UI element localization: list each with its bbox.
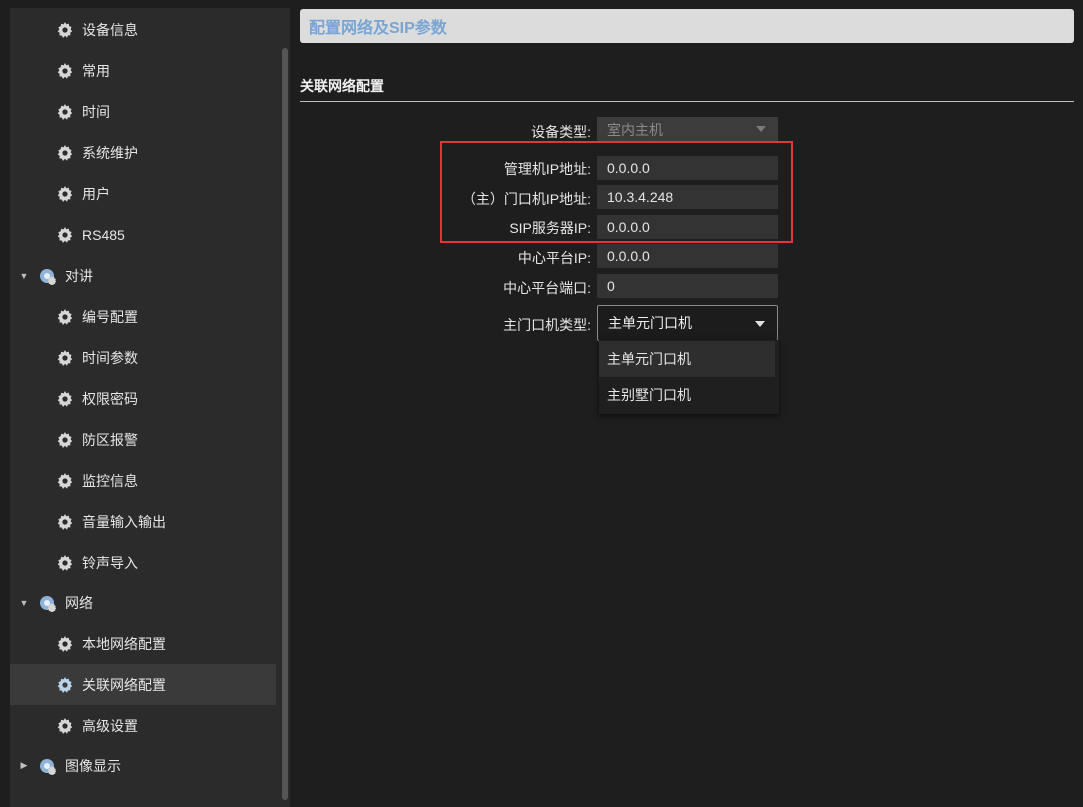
sidebar-group-intercom[interactable]: ▼ 对讲 — [10, 255, 276, 296]
gear-icon — [57, 185, 73, 202]
gear-icon — [57, 349, 73, 366]
gear-icon — [57, 103, 73, 120]
expand-arrow-icon[interactable]: ▼ — [17, 269, 31, 283]
sidebar-item-label: 铃声导入 — [82, 554, 138, 571]
sidebar-item-label: 监控信息 — [82, 472, 138, 489]
sidebar-item-user[interactable]: 用户 — [10, 173, 276, 214]
gear-icon — [57, 226, 73, 243]
sidebar-group-label: 图像显示 — [65, 757, 121, 774]
device-type-select: 室内主机 — [597, 117, 778, 143]
sidebar-item-label: 本地网络配置 — [82, 635, 166, 652]
sidebar: 设备信息 常用 时间 系统维护 用户 RS485 ▼ 对讲 编号配置 时间参数 … — [10, 0, 290, 807]
center-ip-input[interactable]: 0.0.0.0 — [597, 244, 778, 268]
sidebar-group-label: 网络 — [65, 594, 93, 611]
sidebar-item-ringtone-import[interactable]: 铃声导入 — [10, 542, 276, 583]
door-type-dropdown: 主单元门口机 主别墅门口机 — [599, 340, 779, 414]
sidebar-item-label: 关联网络配置 — [82, 676, 166, 693]
sidebar-group-image-display[interactable]: ▶ 图像显示 — [10, 745, 276, 786]
sidebar-item-common[interactable]: 常用 — [10, 50, 276, 91]
sidebar-item-number-config[interactable]: 编号配置 — [10, 296, 276, 337]
gear-icon — [57, 717, 73, 734]
door-type-select[interactable]: 主单元门口机 — [597, 305, 778, 341]
chevron-down-icon — [756, 126, 766, 132]
sidebar-item-label: 时间 — [82, 103, 110, 120]
gear-icon — [57, 62, 73, 79]
sidebar-item-label: 权限密码 — [82, 390, 138, 407]
dropdown-option[interactable]: 主单元门口机 — [599, 341, 775, 377]
gear-icon — [57, 676, 73, 693]
sidebar-group-label: 对讲 — [65, 267, 93, 284]
page-title: 配置网络及SIP参数 — [309, 20, 447, 37]
sidebar-item-permission-password[interactable]: 权限密码 — [10, 378, 276, 419]
gear-icon — [57, 308, 73, 325]
sidebar-item-label: 防区报警 — [82, 431, 138, 448]
sidebar-item-label: 系统维护 — [82, 144, 138, 161]
gear-icon — [57, 472, 73, 489]
center-ip-label: 中心平台IP: — [517, 250, 591, 266]
gear-icon — [57, 144, 73, 161]
sidebar-item-time[interactable]: 时间 — [10, 91, 276, 132]
sidebar-item-label: RS485 — [82, 226, 125, 243]
sidebar-item-system-maintenance[interactable]: 系统维护 — [10, 132, 276, 173]
sidebar-scrollbar[interactable] — [282, 48, 288, 800]
sidebar-item-zone-alarm[interactable]: 防区报警 — [10, 419, 276, 460]
gear-icon — [57, 635, 73, 652]
center-port-input[interactable]: 0 — [597, 274, 778, 298]
sidebar-item-rs485[interactable]: RS485 — [10, 214, 276, 255]
device-type-label: 设备类型: — [531, 124, 591, 140]
gear-icon — [57, 21, 73, 38]
main-panel: 配置网络及SIP参数 关联网络配置 设备类型: 室内主机 管理机IP地址: 0.… — [300, 0, 1083, 807]
sidebar-item-label: 高级设置 — [82, 717, 138, 734]
sidebar-item-label: 设备信息 — [82, 21, 138, 38]
sidebar-item-label: 时间参数 — [82, 349, 138, 366]
sidebar-top-edge — [10, 0, 290, 8]
sidebar-item-monitor-info[interactable]: 监控信息 — [10, 460, 276, 501]
sidebar-item-label: 音量输入输出 — [82, 513, 166, 530]
sidebar-item-label: 编号配置 — [82, 308, 138, 325]
center-port-label: 中心平台端口: — [503, 280, 591, 296]
group-gear-icon — [39, 594, 57, 612]
sidebar-group-network[interactable]: ▼ 网络 — [10, 582, 276, 623]
sidebar-item-linked-network[interactable]: 关联网络配置 — [10, 664, 276, 705]
group-gear-icon — [39, 267, 57, 285]
gear-icon — [57, 554, 73, 571]
sidebar-item-local-network[interactable]: 本地网络配置 — [10, 623, 276, 664]
section-title: 关联网络配置 — [300, 78, 384, 94]
chevron-down-icon[interactable] — [755, 321, 765, 327]
sidebar-item-volume-io[interactable]: 音量输入输出 — [10, 501, 276, 542]
gear-icon — [57, 513, 73, 530]
door-type-value: 主单元门口机 — [608, 315, 692, 331]
sidebar-item-time-params[interactable]: 时间参数 — [10, 337, 276, 378]
sidebar-item-label: 常用 — [82, 62, 110, 79]
sidebar-item-device-info[interactable]: 设备信息 — [10, 9, 276, 50]
highlight-annotation-box — [440, 141, 793, 243]
sidebar-item-advanced-settings[interactable]: 高级设置 — [10, 705, 276, 746]
gear-icon — [57, 431, 73, 448]
expand-arrow-icon[interactable]: ▼ — [17, 596, 31, 610]
door-type-label: 主门口机类型: — [503, 317, 591, 333]
group-gear-icon — [39, 757, 57, 775]
dropdown-option[interactable]: 主别墅门口机 — [599, 377, 775, 413]
sidebar-item-label: 用户 — [82, 185, 110, 202]
gear-icon — [57, 390, 73, 407]
section-divider — [300, 101, 1074, 102]
page-title-bar: 配置网络及SIP参数 — [300, 9, 1074, 43]
collapsed-arrow-icon[interactable]: ▶ — [17, 759, 31, 773]
device-type-value: 室内主机 — [607, 122, 663, 138]
